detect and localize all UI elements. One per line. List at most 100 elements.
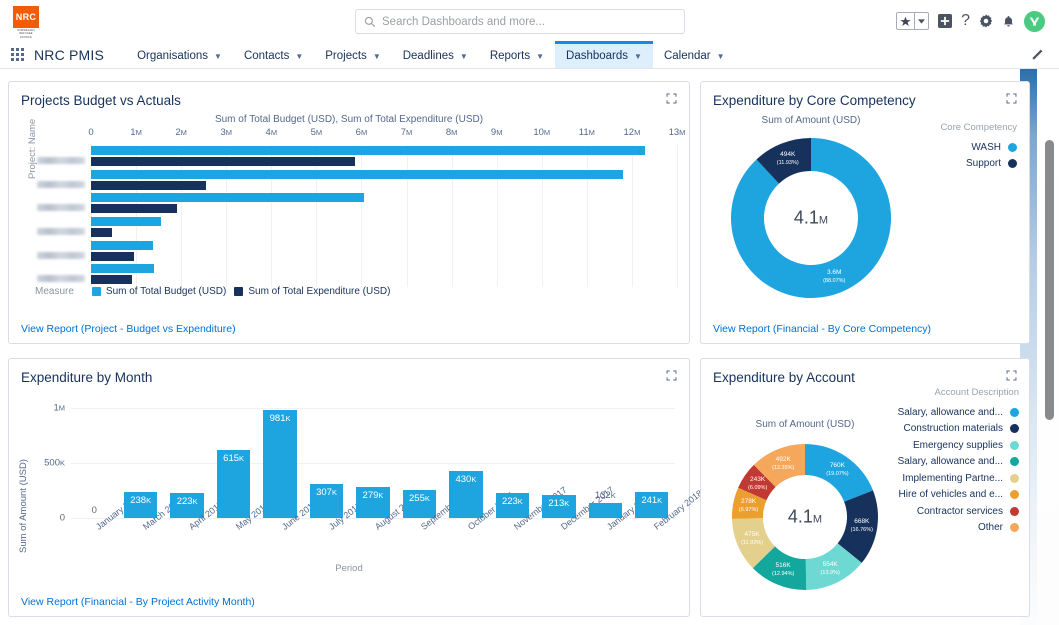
bar-value-label: 213K bbox=[548, 497, 570, 509]
app-launcher-icon[interactable] bbox=[0, 41, 34, 68]
help-icon[interactable]: ? bbox=[961, 13, 970, 29]
dashboard-grid: Projects Budget vs Actuals Sum of Total … bbox=[0, 73, 1030, 625]
chevron-down-icon[interactable]: ▼ bbox=[373, 52, 381, 61]
bar-column[interactable]: 223K November 2017 bbox=[495, 408, 569, 532]
add-icon[interactable] bbox=[938, 14, 953, 28]
legend-item[interactable]: Support bbox=[899, 156, 1017, 173]
bar-group bbox=[37, 169, 677, 194]
bar-column[interactable]: 430K October 2017 bbox=[449, 408, 515, 532]
global-search[interactable] bbox=[355, 9, 685, 34]
bar-column[interactable]: 223K April 2017 bbox=[170, 408, 225, 532]
legend-item[interactable]: Hire of vehicles and e... bbox=[843, 487, 1019, 504]
legend-title: Core Competency bbox=[940, 122, 1017, 133]
legend-swatch bbox=[1010, 523, 1019, 533]
bar-column[interactable]: 238K March 2017 bbox=[123, 408, 184, 532]
x-axis-tick: 7M bbox=[400, 127, 413, 138]
redacted-label bbox=[37, 251, 85, 259]
legend-item-expenditure[interactable]: Sum of Total Expenditure (USD) bbox=[234, 286, 390, 297]
nav-tab-reports[interactable]: Reports ▼ bbox=[479, 41, 555, 68]
expand-icon[interactable] bbox=[666, 368, 677, 386]
card-projects-budget-vs-actuals: Projects Budget vs Actuals Sum of Total … bbox=[8, 81, 690, 344]
view-report-link[interactable]: View Report (Financial - By Project Acti… bbox=[21, 596, 255, 608]
legend-label: Hire of vehicles and e... bbox=[898, 489, 1004, 501]
chevron-down-icon[interactable]: ▼ bbox=[460, 52, 468, 61]
legend-item[interactable]: Salary, allowance and... bbox=[843, 404, 1019, 421]
user-avatar[interactable] bbox=[1024, 10, 1045, 32]
bar-expenditure[interactable] bbox=[91, 251, 135, 261]
bar-budget[interactable] bbox=[91, 169, 623, 179]
nav-tab-label: Deadlines bbox=[402, 50, 454, 62]
bar-budget[interactable] bbox=[91, 264, 155, 274]
chart-axis-title: Sum of Total Budget (USD), Sum of Total … bbox=[214, 114, 484, 125]
chevron-down-icon[interactable]: ▼ bbox=[717, 52, 725, 61]
bar[interactable] bbox=[263, 410, 297, 518]
nav-tab-label: Dashboards bbox=[566, 50, 629, 62]
legend-item[interactable]: Construction materials bbox=[843, 421, 1019, 438]
view-report-link[interactable]: View Report (Project - Budget vs Expendi… bbox=[21, 323, 236, 335]
setup-gear-icon[interactable] bbox=[979, 14, 993, 28]
chevron-down-icon[interactable]: ▼ bbox=[214, 52, 222, 61]
dashboard-page: NRC NORWEGIAN REFUGEE COUNCIL ? bbox=[0, 0, 1059, 625]
notifications-bell-icon[interactable] bbox=[1002, 15, 1015, 28]
nav-tab-deadlines[interactable]: Deadlines ▼ bbox=[392, 41, 479, 68]
bar-column[interactable]: 0 January 2017 bbox=[78, 408, 144, 531]
card-expenditure-by-month: Expenditure by Month Sum of Amount (USD)… bbox=[8, 358, 704, 617]
expand-icon[interactable] bbox=[666, 91, 677, 109]
nav-tab-contacts[interactable]: Contacts ▼ bbox=[233, 41, 314, 68]
legend-item[interactable]: WASH bbox=[899, 139, 1017, 156]
x-axis-tick: 3M bbox=[220, 127, 232, 138]
search-icon bbox=[364, 16, 376, 27]
view-report-link[interactable]: View Report (Financial - By Core Compete… bbox=[713, 323, 931, 335]
legend-item[interactable]: Implementing Partne... bbox=[843, 470, 1019, 487]
bar-budget[interactable] bbox=[91, 240, 153, 250]
donut-slice-label: 516K (12.94%) bbox=[771, 562, 795, 578]
chevron-down-icon[interactable]: ▼ bbox=[295, 52, 303, 61]
bar-budget[interactable] bbox=[91, 146, 646, 155]
bar-expenditure[interactable] bbox=[91, 228, 112, 237]
bar-expenditure[interactable] bbox=[91, 157, 355, 166]
bar-value-label: 255K bbox=[409, 492, 430, 504]
app-navigation-bar: NRC PMIS Organisations ▼ Contacts ▼ Proj… bbox=[0, 41, 1059, 69]
bar-column[interactable]: 213K December 2017 bbox=[542, 408, 615, 532]
bar-column[interactable]: 615K May 2017 bbox=[216, 408, 271, 532]
expand-icon[interactable] bbox=[1006, 368, 1017, 386]
bar-column[interactable]: 307K July 2017 bbox=[309, 408, 363, 532]
legend-item[interactable]: Salary, allowance and... bbox=[843, 454, 1019, 471]
legend-label: Sum of Total Expenditure (USD) bbox=[248, 286, 391, 297]
card-title: Expenditure by Core Competency bbox=[713, 92, 916, 108]
bar-column[interactable]: 132K January 2018 bbox=[588, 408, 654, 532]
bar-expenditure[interactable] bbox=[91, 204, 177, 214]
legend-swatch bbox=[1010, 440, 1019, 450]
card-title: Projects Budget vs Actuals bbox=[21, 92, 181, 108]
bar-value-label: 132K bbox=[594, 490, 616, 502]
chevron-down-icon[interactable]: ▼ bbox=[536, 52, 544, 61]
nav-tab-dashboards[interactable]: Dashboards ▼ bbox=[555, 41, 653, 68]
pencil-icon[interactable] bbox=[1031, 47, 1045, 66]
search-input[interactable] bbox=[382, 15, 676, 28]
favorites-button[interactable] bbox=[896, 12, 930, 30]
nrc-logo[interactable]: NRC NORWEGIAN REFUGEE COUNCIL bbox=[13, 6, 39, 39]
bar-column[interactable]: 279K August 2017 bbox=[356, 408, 419, 532]
legend-item[interactable]: Contractor services bbox=[843, 503, 1019, 520]
nav-tab-organisations[interactable]: Organisations ▼ bbox=[126, 41, 233, 68]
favorites-dropdown-icon[interactable] bbox=[915, 13, 928, 29]
legend-item[interactable]: Other bbox=[843, 520, 1019, 537]
legend-swatch bbox=[1010, 457, 1019, 467]
x-axis-tick: 1M bbox=[130, 127, 142, 138]
bar-budget[interactable] bbox=[91, 193, 364, 203]
chevron-down-icon[interactable]: ▼ bbox=[634, 52, 642, 61]
bar-expenditure[interactable] bbox=[91, 180, 206, 190]
expand-icon[interactable] bbox=[1006, 91, 1017, 109]
donut-slice-label: 3.6M (88.07%) bbox=[823, 269, 846, 285]
bar-column[interactable]: 255KSeptember 2017 bbox=[402, 408, 478, 532]
legend-item-budget[interactable]: Sum of Total Budget (USD) bbox=[91, 286, 226, 297]
nav-tab-projects[interactable]: Projects ▼ bbox=[314, 41, 391, 68]
bar-plot-area bbox=[37, 145, 678, 287]
bar-column[interactable]: 981K June 2017 bbox=[263, 408, 319, 532]
page-scrollbar[interactable] bbox=[1045, 140, 1054, 420]
bar-column[interactable]: 241K February 2018 bbox=[635, 408, 704, 532]
legend-item[interactable]: Emergency supplies bbox=[843, 437, 1019, 454]
bar-budget[interactable] bbox=[91, 217, 161, 226]
bar-expenditure[interactable] bbox=[91, 275, 133, 285]
nav-tab-calendar[interactable]: Calendar ▼ bbox=[653, 41, 736, 68]
